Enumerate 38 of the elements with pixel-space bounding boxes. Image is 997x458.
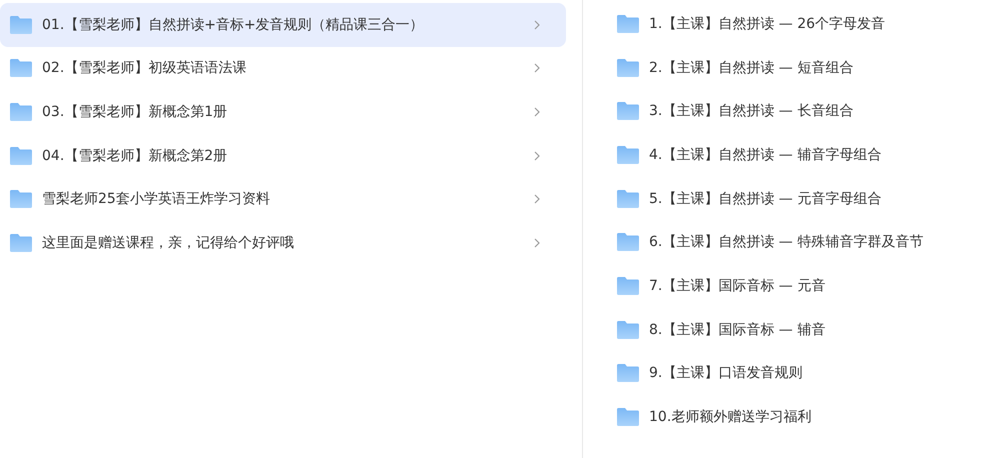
chevron-right-icon bbox=[534, 150, 540, 161]
folder-item[interactable]: 4.【主课】自然拼读 — 辅音字母组合 bbox=[617, 133, 997, 177]
folder-icon bbox=[617, 408, 639, 426]
folder-icon bbox=[10, 234, 32, 252]
folder-item[interactable]: 7.【主课】国际音标 — 元音 bbox=[617, 264, 997, 308]
chevron-right-icon bbox=[534, 63, 540, 74]
folder-icon bbox=[10, 16, 32, 34]
folder-icon bbox=[617, 58, 639, 77]
folder-icon bbox=[10, 102, 32, 121]
folder-item[interactable]: 3.【主课】自然拼读 — 长音组合 bbox=[617, 89, 997, 134]
folder-item[interactable]: 2.【主课】自然拼读 — 短音组合 bbox=[617, 46, 997, 90]
folder-item[interactable]: 雪梨老师25套小学英语王炸学习资料 bbox=[0, 177, 566, 221]
folder-icon bbox=[617, 190, 639, 208]
folder-icon bbox=[10, 190, 32, 208]
chevron-right-icon bbox=[534, 194, 540, 204]
folder-item[interactable]: 03.【雪梨老师】新概念第1册 bbox=[0, 90, 566, 134]
folder-icon bbox=[617, 102, 639, 120]
folder-icon bbox=[617, 233, 639, 252]
folder-icon bbox=[617, 320, 639, 339]
folder-icon bbox=[617, 364, 639, 382]
folder-item[interactable]: 10.老师额外赠送学习福利 bbox=[617, 395, 997, 439]
folder-icon bbox=[617, 146, 639, 164]
folder-item[interactable]: 1.【主课】自然拼读 — 26个字母发音 bbox=[617, 2, 997, 46]
folder-item[interactable]: 这里面是赠送课程，亲，记得给个好评哦 bbox=[0, 220, 566, 265]
chevron-right-icon bbox=[534, 238, 540, 248]
folder-icon bbox=[10, 59, 32, 78]
folder-item[interactable]: 02.【雪梨老师】初级英语语法课 bbox=[0, 46, 566, 90]
folder-item[interactable]: 6.【主课】自然拼读 — 特殊辅音字群及音节 bbox=[617, 220, 997, 264]
folder-item[interactable]: 04.【雪梨老师】新概念第2册 bbox=[0, 134, 566, 178]
folder-icon bbox=[10, 146, 32, 165]
folder-item[interactable]: 5.【主课】自然拼读 — 元音字母组合 bbox=[617, 176, 997, 220]
folder-item[interactable]: 01.【雪梨老师】自然拼读+音标+发音规则（精品课三合一） bbox=[0, 3, 566, 47]
folder-icon bbox=[617, 276, 639, 295]
folder-item[interactable]: 9.【主课】口语发音规则 bbox=[617, 352, 997, 396]
chevron-right-icon bbox=[534, 20, 540, 30]
chevron-right-icon bbox=[534, 106, 540, 117]
folder-icon bbox=[617, 14, 639, 33]
folder-item[interactable]: 8.【主课】国际音标 — 辅音 bbox=[617, 308, 997, 352]
